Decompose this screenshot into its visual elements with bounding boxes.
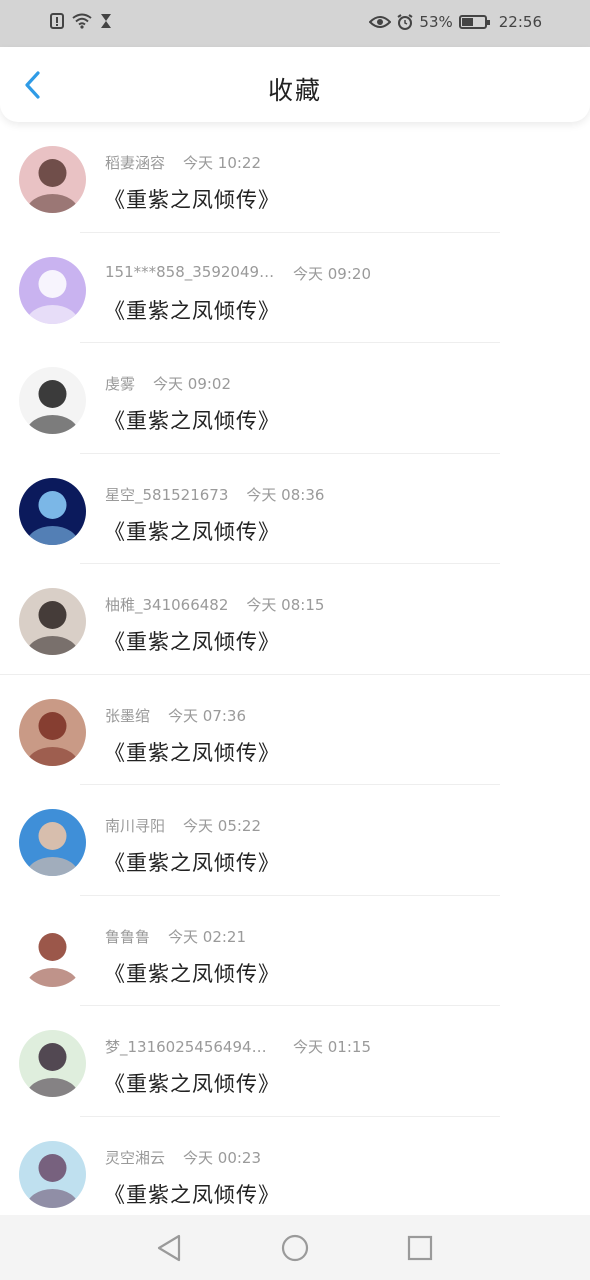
nav-home-button[interactable] (279, 1232, 311, 1264)
avatar-image (19, 698, 86, 766)
avatar[interactable] (19, 477, 86, 545)
user-name: 梦_13160254564944… (105, 1038, 275, 1056)
nav-back-icon (157, 1234, 181, 1262)
avatar[interactable] (19, 698, 86, 766)
item-meta: 星空_581521673 今天 08:36 (105, 484, 324, 505)
item-meta: 梦_13160254564944… 今天 01:15 (105, 1036, 371, 1057)
status-right-icons: 53% 22:56 (369, 13, 542, 31)
book-title: 《重紫之凤倾传》 (104, 519, 280, 544)
item-meta: 151***858_3592049164 今天 09:20 (105, 263, 371, 284)
list-item[interactable]: 151***858_3592049164 今天 09:20 《重紫之凤倾传》 (0, 233, 590, 343)
timestamp: 今天 07:36 (168, 706, 247, 725)
clock: 22:56 (498, 13, 542, 31)
battery-percent: 53% (419, 13, 453, 31)
list-item[interactable]: 南川寻阳 今天 05:22 《重紫之凤倾传》 (0, 785, 590, 896)
favorites-list: 稻妻涵容 今天 10:22 《重紫之凤倾传》 151***858_3592049164… (0, 122, 590, 1227)
user-name: 南川寻阳 (105, 817, 166, 835)
item-meta: 张墨绾 今天 07:36 (105, 705, 246, 726)
timestamp: 今天 08:36 (246, 485, 325, 504)
avatar-image (19, 809, 86, 876)
book-title: 《重紫之凤倾传》 (104, 188, 280, 212)
nav-back-button[interactable] (153, 1232, 185, 1264)
status-bar: 53% 22:56 (0, 0, 590, 47)
avatar-image (19, 146, 86, 213)
system-nav-bar (0, 1215, 590, 1280)
list-item[interactable]: 星空_581521673 今天 08:36 《重紫之凤倾传》 (0, 454, 590, 564)
avatar[interactable] (19, 919, 86, 987)
item-meta: 灵空湘云 今天 00:23 (105, 1147, 261, 1168)
list-item[interactable]: 稻妻涵容 今天 10:22 《重紫之凤倾传》 (0, 122, 590, 233)
list-item[interactable]: 梦_13160254564944… 今天 01:15 《重紫之凤倾传》 (0, 1006, 590, 1117)
user-name: 张墨绾 (105, 706, 151, 725)
avatar[interactable] (19, 809, 86, 876)
timestamp: 今天 08:15 (246, 596, 325, 614)
item-meta: 鲁鲁鲁 今天 02:21 (105, 926, 246, 947)
timestamp: 今天 01:15 (293, 1038, 371, 1056)
nav-recents-icon (407, 1235, 433, 1261)
list-item[interactable]: 虔雾 今天 09:02 《重紫之凤倾传》 (0, 343, 590, 454)
user-name: 柚稚_341066482 (105, 596, 229, 614)
book-title: 《重紫之凤倾传》 (104, 961, 280, 986)
avatar[interactable] (19, 588, 86, 655)
book-title: 《重紫之凤倾传》 (104, 298, 280, 323)
list-item[interactable]: 张墨绾 今天 07:36 《重紫之凤倾传》 (0, 675, 590, 785)
avatar[interactable] (19, 1030, 86, 1097)
avatar-image (19, 588, 86, 655)
wifi-icon (72, 13, 92, 29)
timestamp: 今天 09:02 (153, 375, 232, 393)
avatar[interactable] (19, 146, 86, 213)
book-title: 《重紫之凤倾传》 (104, 851, 280, 875)
item-meta: 南川寻阳 今天 05:22 (105, 815, 261, 836)
user-name: 鲁鲁鲁 (105, 927, 151, 946)
user-name: 稻妻涵容 (105, 154, 166, 172)
user-name: 虔雾 (105, 375, 136, 393)
nav-recents-button[interactable] (404, 1232, 436, 1264)
timestamp: 今天 00:23 (183, 1148, 262, 1167)
avatar-image (19, 919, 86, 987)
avatar-image (19, 367, 86, 434)
item-meta: 柚稚_341066482 今天 08:15 (105, 594, 324, 615)
book-title: 《重紫之凤倾传》 (104, 409, 280, 433)
status-left-icons (50, 13, 112, 29)
page-title: 收藏 (267, 76, 322, 105)
alert-icon (50, 13, 64, 29)
avatar-image (19, 256, 86, 324)
avatar-image (19, 1030, 86, 1097)
user-name: 灵空湘云 (105, 1148, 166, 1167)
timestamp: 今天 10:22 (183, 154, 262, 172)
book-title: 《重紫之凤倾传》 (104, 1182, 280, 1207)
list-item[interactable]: 灵空湘云 今天 00:23 《重紫之凤倾传》 (0, 1117, 590, 1227)
hourglass-icon (101, 14, 111, 28)
avatar[interactable] (19, 367, 86, 434)
avatar[interactable] (19, 1140, 86, 1208)
timestamp: 今天 05:22 (183, 817, 262, 835)
timestamp: 今天 02:21 (168, 927, 247, 946)
list-item[interactable]: 鲁鲁鲁 今天 02:21 《重紫之凤倾传》 (0, 896, 590, 1006)
item-meta: 虔雾 今天 09:02 (105, 373, 231, 394)
battery-icon (458, 15, 490, 29)
alarm-icon (397, 14, 413, 30)
book-title: 《重紫之凤倾传》 (104, 740, 280, 765)
list-item[interactable]: 柚稚_341066482 今天 08:15 《重紫之凤倾传》 (0, 564, 590, 675)
timestamp: 今天 09:20 (293, 264, 371, 283)
book-title: 《重紫之凤倾传》 (104, 630, 280, 654)
nav-home-icon (281, 1234, 309, 1262)
user-name: 151***858_3592049164 (105, 262, 275, 281)
avatar-image (19, 1140, 86, 1208)
eye-icon (369, 16, 392, 28)
item-meta: 稻妻涵容 今天 10:22 (105, 152, 261, 173)
app-header: 收藏 (0, 47, 590, 122)
avatar[interactable] (19, 256, 86, 324)
avatar-image (19, 477, 86, 545)
book-title: 《重紫之凤倾传》 (104, 1072, 280, 1096)
user-name: 星空_581521673 (105, 485, 229, 504)
